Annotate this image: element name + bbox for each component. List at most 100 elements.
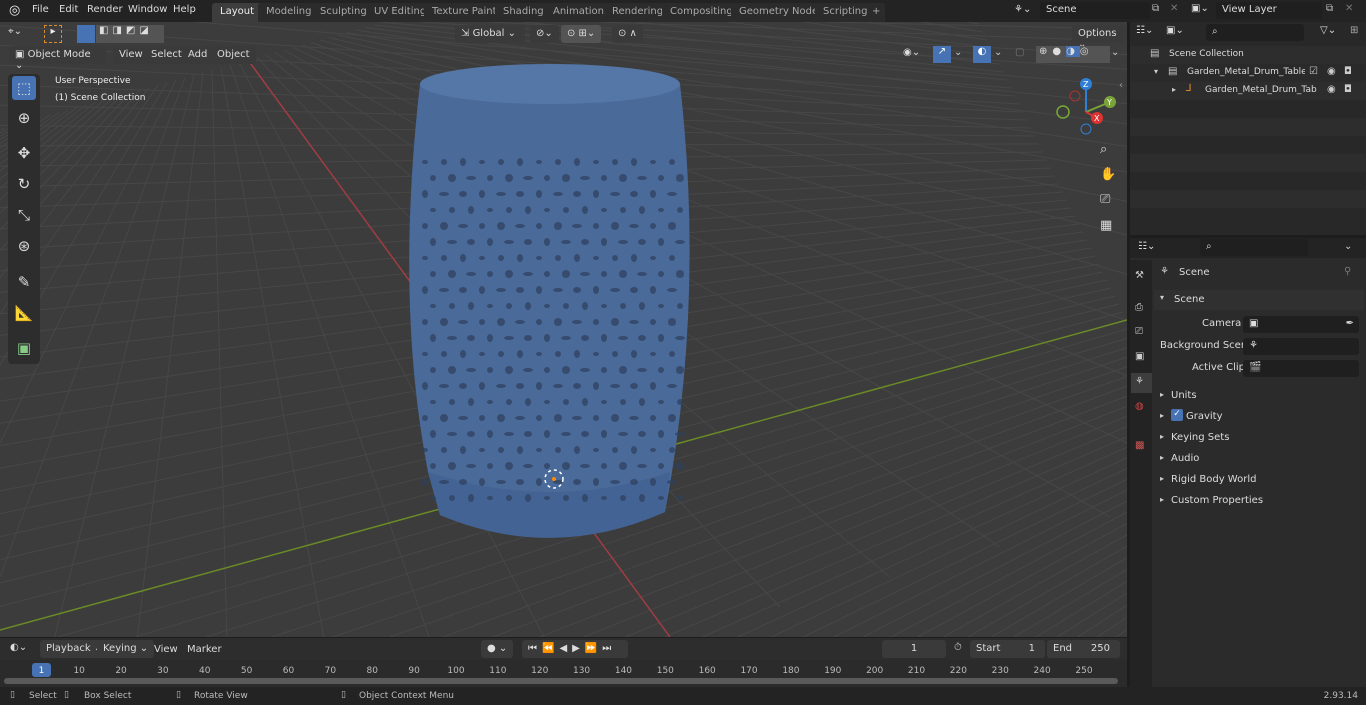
eyedropper-icon[interactable]: ✒: [1346, 318, 1354, 329]
scene-selector[interactable]: Scene: [1040, 2, 1150, 19]
world-tab-icon[interactable]: ◍: [1135, 401, 1144, 412]
view-layer-selector[interactable]: View Layer: [1216, 2, 1322, 19]
new-collection-icon[interactable]: ⊞: [1350, 25, 1358, 36]
active-clip-field[interactable]: 🎬: [1243, 360, 1359, 377]
timeline-scrollbar[interactable]: [4, 678, 1118, 684]
stopwatch-icon[interactable]: ⏱: [954, 642, 962, 653]
outliner-search-input[interactable]: ⌕: [1206, 24, 1304, 41]
measure-icon[interactable]: 📐: [12, 301, 36, 325]
expand-arrow-icon[interactable]: ▾: [1154, 67, 1158, 76]
current-frame-field[interactable]: 1: [882, 640, 946, 658]
new-scene-icon[interactable]: ⧉: [1152, 3, 1159, 14]
cursor-icon[interactable]: ⊕: [12, 106, 36, 130]
scene-tab-icon[interactable]: ⚘: [1131, 373, 1152, 393]
select-box-icon[interactable]: ⬚: [12, 76, 36, 100]
transform-icon[interactable]: ⊛: [12, 234, 36, 258]
options-dropdown[interactable]: Options ⌄: [1072, 25, 1127, 50]
panel-audio[interactable]: ▸ Audio: [1154, 449, 1364, 469]
blender-logo-icon[interactable]: ◎: [9, 3, 20, 18]
dropdown-icon[interactable]: ⌄: [1344, 241, 1352, 252]
tab-animation[interactable]: Animation: [545, 3, 612, 22]
outliner-row-object[interactable]: ▸ ⅃ Garden_Metal_Drum_Tab ◉ ◘: [1130, 82, 1366, 100]
zoom-icon[interactable]: ⌕: [1100, 142, 1107, 157]
select-tool-icon[interactable]: ▸: [44, 25, 62, 43]
menu-add[interactable]: Add: [182, 46, 214, 64]
panel-units[interactable]: ▸ Units: [1154, 386, 1364, 406]
auto-keying-icon[interactable]: ● ⌄: [481, 640, 514, 658]
annotate-icon[interactable]: ✎: [12, 270, 36, 294]
render-tab-icon[interactable]: ⎙: [1135, 302, 1143, 313]
eye-icon[interactable]: ◉: [1327, 66, 1336, 77]
panel-keying-sets[interactable]: ▸ Keying Sets: [1154, 428, 1364, 448]
panel-custom-properties[interactable]: ▸ Custom Properties: [1154, 491, 1364, 511]
new-view-layer-icon[interactable]: ⧉: [1326, 3, 1333, 14]
start-frame-field[interactable]: Start 1: [970, 640, 1045, 658]
tab-compositing[interactable]: Compositing: [662, 3, 741, 22]
menu-help[interactable]: Help: [173, 4, 196, 15]
scene-panel-header[interactable]: ▾ Scene: [1154, 290, 1364, 310]
tab-modeling[interactable]: Modeling: [258, 3, 320, 22]
gizmo-toggle-icon[interactable]: ↗: [933, 46, 951, 63]
scene-icon[interactable]: ⚘⌄: [1014, 4, 1031, 15]
tool-tab-icon[interactable]: ⚒: [1135, 270, 1144, 281]
mode-dropdown[interactable]: ▣ Object Mode ⌄: [9, 46, 106, 71]
camera-field[interactable]: ▣ ✒: [1243, 316, 1359, 333]
rotate-icon[interactable]: ↻: [12, 172, 36, 196]
proportional-edit-icon[interactable]: ⊙ ∧: [612, 25, 643, 43]
texture-tab-icon[interactable]: ▩: [1135, 440, 1144, 451]
snap-icon[interactable]: ⊙ ⊞⌄: [561, 25, 602, 43]
background-scene-field[interactable]: ⚘: [1243, 338, 1359, 355]
display-mode-icon[interactable]: ☷⌄: [1136, 25, 1153, 36]
menu-marker[interactable]: Marker: [187, 644, 222, 655]
scale-icon[interactable]: ⤡: [12, 203, 36, 227]
menu-file[interactable]: File: [32, 4, 49, 15]
menu-view[interactable]: View: [154, 644, 178, 655]
checkbox-icon[interactable]: ☑: [1309, 66, 1318, 77]
shading-dropdown-icon[interactable]: ⌄: [1111, 47, 1119, 58]
orientation-dropdown[interactable]: ⇲ Global ⌄: [455, 25, 525, 43]
gizmo-dropdown-icon[interactable]: ⌄: [954, 47, 962, 58]
sidebar-toggle-icon[interactable]: ‹: [1119, 80, 1123, 91]
editor-type-icon[interactable]: ◐⌄: [10, 642, 27, 653]
camera-icon[interactable]: ⎚: [1100, 192, 1110, 207]
output-tab-icon[interactable]: ⎚: [1135, 326, 1143, 337]
grid-icon[interactable]: ▦: [1100, 218, 1112, 233]
close-icon[interactable]: ✕: [1345, 3, 1353, 14]
outliner-row-scene-collection[interactable]: ▤ Scene Collection: [1130, 46, 1366, 64]
render-camera-icon[interactable]: ◘: [1344, 84, 1352, 95]
playback-controls[interactable]: ⏮⏪◀▶⏩⏭: [522, 640, 628, 658]
editor-type-icon[interactable]: ⌖⌄: [8, 26, 22, 37]
menu-edit[interactable]: Edit: [59, 4, 78, 15]
tab-layout[interactable]: Layout: [212, 3, 262, 22]
pivot-dropdown[interactable]: ⊘⌄: [530, 25, 559, 43]
view-layer-tab-icon[interactable]: ▣: [1135, 351, 1144, 362]
keying-menu[interactable]: Keying ⌄: [97, 640, 155, 658]
pan-hand-icon[interactable]: ✋: [1100, 167, 1116, 182]
outliner-row-collection[interactable]: ▾ ▤ Garden_Metal_Drum_Table_B ☑ ◉ ◘: [1130, 64, 1366, 82]
move-icon[interactable]: ✥: [12, 141, 36, 165]
menu-view[interactable]: View: [113, 46, 149, 64]
shading-mode-icons[interactable]: ⊕●◑◎: [1036, 46, 1110, 63]
view-layer-filter-icon[interactable]: ▣⌄: [1166, 25, 1184, 36]
visibility-icon[interactable]: ◉⌄: [903, 47, 920, 58]
navigation-gizmo[interactable]: Z Y X: [1050, 72, 1125, 142]
overlay-dropdown-icon[interactable]: ⌄: [994, 47, 1002, 58]
panel-rigid-body-world[interactable]: ▸ Rigid Body World: [1154, 470, 1364, 490]
gravity-checkbox[interactable]: ✓: [1171, 409, 1183, 421]
add-workspace-icon[interactable]: +: [867, 3, 886, 22]
menu-render[interactable]: Render: [87, 4, 123, 15]
tab-shading[interactable]: Shading: [495, 3, 552, 22]
panel-gravity[interactable]: ▸ ✓ Gravity: [1154, 407, 1364, 427]
select-mode-new-icon[interactable]: [77, 25, 95, 43]
properties-search-input[interactable]: ⌕: [1200, 239, 1308, 256]
editor-type-icon[interactable]: ☷⌄: [1138, 241, 1155, 252]
expand-arrow-icon[interactable]: ▸: [1172, 85, 1176, 94]
eye-icon[interactable]: ◉: [1327, 84, 1336, 95]
end-frame-field[interactable]: End 250: [1047, 640, 1120, 658]
menu-object[interactable]: Object: [211, 46, 256, 64]
view-layer-icon[interactable]: ▣⌄: [1191, 3, 1209, 14]
3d-viewport[interactable]: ⌖⌄ ▸ ◧◨◩◪ ⇲ Global ⌄ ⊘⌄ ⊙ ⊞⌄ ⊙ ∧ Options…: [0, 22, 1127, 637]
select-mode-icons[interactable]: ◧◨◩◪: [96, 25, 164, 43]
xray-icon[interactable]: ▢: [1015, 47, 1024, 58]
pin-icon[interactable]: ⚲: [1344, 266, 1351, 277]
